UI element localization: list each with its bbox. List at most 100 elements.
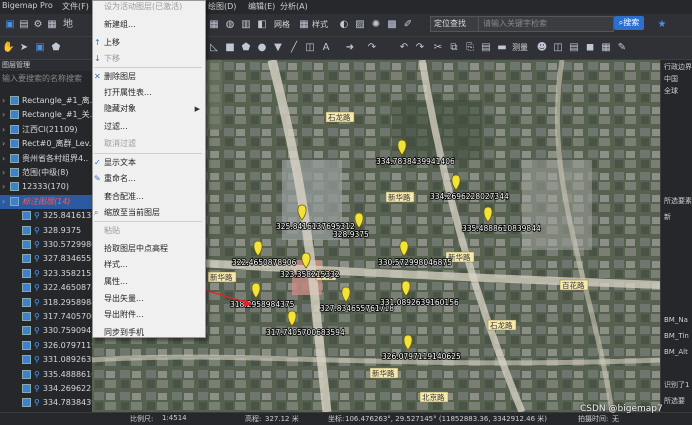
search-input[interactable]: 请输入关键字检索 — [478, 16, 614, 32]
context-menu-item[interactable]: 导出矢量... — [92, 292, 204, 306]
image-icon[interactable]: ▩ — [386, 19, 398, 31]
visibility-checkbox[interactable] — [22, 355, 31, 365]
menu-draw[interactable]: 绘图(D) — [208, 1, 236, 12]
new-file-icon[interactable]: ▣ — [4, 19, 16, 31]
layer-point-row[interactable]: ⚲334.7838439941406 — [0, 396, 92, 410]
context-menu-item[interactable]: ✕ 删除图层 — [92, 70, 204, 84]
expand-chevron-icon[interactable]: › — [2, 166, 10, 180]
info-icon[interactable]: ◼ — [584, 42, 596, 54]
layer-point-row[interactable]: ⚲330.759094238 — [0, 324, 92, 338]
search-button[interactable]: ⌕搜索 — [614, 16, 644, 30]
settings-icon[interactable]: ⚙ — [32, 19, 44, 31]
open-icon[interactable]: ▤ — [18, 19, 30, 31]
expand-chevron-icon[interactable]: › — [2, 123, 10, 137]
visibility-checkbox[interactable] — [22, 398, 31, 408]
globe-icon[interactable]: ◍ — [224, 19, 236, 31]
context-menu-item[interactable]: 新建组... — [92, 18, 204, 32]
layer-point-row[interactable]: ⚲317.740570068 — [0, 310, 92, 324]
expand-chevron-icon[interactable]: › — [2, 195, 10, 209]
mark-draw-icon[interactable]: ▼ — [272, 42, 284, 54]
redo-icon[interactable]: ↷ — [414, 42, 426, 54]
copy-icon[interactable]: ⎘ — [464, 42, 476, 54]
layer-point-row[interactable]: ⚲327.834655761 — [0, 252, 92, 266]
grid-label[interactable]: 网格 — [274, 19, 290, 30]
select-area-icon[interactable]: ▣ — [34, 42, 46, 54]
layer-row[interactable]: › Rectangle_#1_离.. — [0, 94, 92, 108]
menu-analysis[interactable]: 分析(A) — [280, 1, 308, 12]
rectangle-draw-icon[interactable]: ■ — [224, 42, 236, 54]
style-label[interactable]: 样式 — [312, 19, 328, 30]
boundary-item-global[interactable]: 全球 — [664, 86, 678, 96]
pointer-icon[interactable]: ➤ — [18, 42, 30, 54]
visibility-checkbox[interactable] — [10, 182, 19, 192]
layer-point-row[interactable]: ⚲330.572998046 — [0, 238, 92, 252]
context-menu-item[interactable]: ✎ 重命名... — [92, 172, 204, 186]
arrow-draw-icon[interactable]: ➜ — [344, 42, 356, 54]
person-icon[interactable]: ☻ — [536, 42, 548, 54]
table-icon[interactable]: ▦ — [46, 19, 58, 31]
map-icon[interactable]: ▥ — [240, 19, 252, 31]
search-mode-select[interactable]: 定位查找 — [430, 16, 479, 32]
context-menu-item[interactable]: 粘贴 — [92, 224, 204, 238]
trace-icon[interactable]: 地 — [62, 19, 74, 31]
layer-point-row[interactable]: ⚲ 328.9375 — [0, 224, 92, 238]
boundary-item-china[interactable]: 中国 — [664, 74, 678, 84]
layer-row[interactable]: › Rectangle_#1_关.. — [0, 108, 92, 122]
text-draw-icon[interactable]: A — [320, 42, 332, 54]
hand-pan-icon[interactable]: ✋ — [2, 42, 14, 54]
undo-icon[interactable]: ↶ — [398, 42, 410, 54]
context-menu-item[interactable]: 属性... — [92, 275, 204, 289]
grid-icon[interactable]: ▦ — [298, 19, 310, 31]
context-menu-item[interactable]: 套合配准... — [92, 190, 204, 204]
expand-chevron-icon[interactable]: › — [2, 94, 10, 108]
visibility-checkbox[interactable] — [10, 153, 19, 163]
context-menu-item[interactable]: 同步到手机 — [92, 326, 204, 340]
context-menu-item[interactable]: ⌕ 缩放至当前图层 — [92, 206, 204, 220]
line-draw-icon[interactable]: ╱ — [288, 42, 300, 54]
locate-icon[interactable]: ⬟ — [50, 42, 62, 54]
polygon-draw-icon[interactable]: ◺ — [208, 42, 220, 54]
visibility-checkbox[interactable] — [22, 326, 31, 336]
palette-icon[interactable]: ◐ — [338, 19, 350, 31]
layer-point-row[interactable]: ⚲326.0797119140625 — [0, 339, 92, 353]
layer-row[interactable]: › 标注图层(14) — [0, 194, 92, 209]
grid-small-icon[interactable]: ▦ — [600, 42, 612, 54]
layer-point-row[interactable]: ⚲323.358215332 — [0, 267, 92, 281]
expand-chevron-icon[interactable]: › — [2, 137, 10, 151]
bookmark-icon[interactable]: ◫ — [552, 42, 564, 54]
visibility-checkbox[interactable] — [22, 384, 31, 393]
curve-draw-icon[interactable]: ↷ — [366, 42, 378, 54]
circle-draw-icon[interactable]: ● — [256, 42, 268, 54]
context-menu-item[interactable]: 打开属性表... — [92, 86, 204, 100]
selected-features-new[interactable]: 新 — [664, 212, 671, 222]
measure-label[interactable]: 测量 — [512, 42, 528, 53]
star-icon[interactable]: ★ — [656, 19, 668, 31]
paste-icon[interactable]: ▤ — [480, 42, 492, 54]
layer-row[interactable]: › 12333(170) — [0, 180, 92, 194]
context-menu-item[interactable]: 过滤... — [92, 120, 204, 134]
broom-icon[interactable]: ✐ — [402, 19, 414, 31]
visibility-checkbox[interactable] — [22, 225, 31, 235]
shape-draw-icon[interactable]: ◫ — [304, 42, 316, 54]
layer-row[interactable]: › 贵州省各村组界4.. — [0, 152, 92, 166]
visibility-checkbox[interactable] — [22, 312, 31, 321]
context-menu-item[interactable]: 导出附件... — [92, 308, 204, 322]
visibility-checkbox[interactable] — [10, 96, 19, 105]
context-menu-item[interactable]: ↑ 上移 — [92, 36, 204, 50]
visibility-checkbox[interactable] — [10, 168, 19, 177]
grid-select-icon[interactable]: ▦ — [208, 19, 220, 31]
visibility-checkbox[interactable] — [22, 240, 31, 249]
layer-point-row[interactable]: ⚲325.841613798 — [0, 209, 92, 223]
context-menu-item[interactable]: ↓ 下移 — [92, 52, 204, 66]
visibility-checkbox[interactable] — [22, 297, 31, 307]
sun-icon[interactable]: ✺ — [370, 19, 382, 31]
expand-chevron-icon[interactable]: › — [2, 108, 10, 122]
visibility-checkbox[interactable] — [10, 124, 19, 134]
visibility-checkbox[interactable] — [22, 369, 31, 379]
expand-chevron-icon[interactable]: › — [2, 180, 10, 194]
split-icon[interactable]: ⧉ — [448, 42, 460, 54]
context-menu-item[interactable]: 取消过滤 — [92, 137, 204, 151]
edit-icon[interactable]: ✎ — [616, 42, 628, 54]
menu-set-active-layer[interactable]: 设为活动图层(已激活) — [92, 0, 204, 14]
export-icon[interactable]: ▤ — [568, 42, 580, 54]
